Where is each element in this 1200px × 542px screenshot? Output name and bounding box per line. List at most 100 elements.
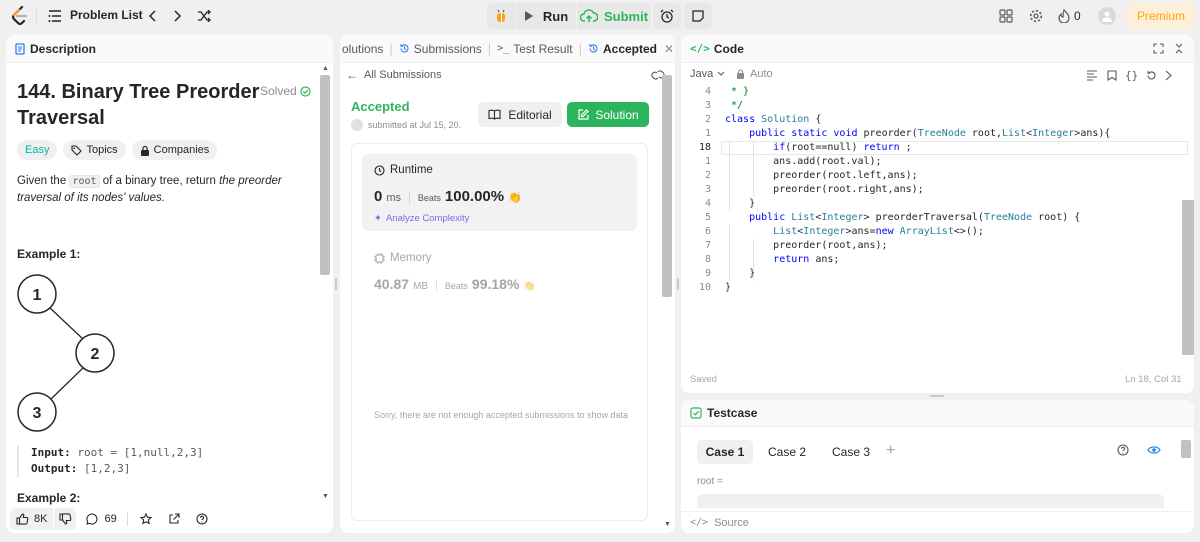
description-footer: 8K 69 bbox=[6, 505, 333, 533]
auto-mode[interactable]: Auto bbox=[736, 68, 773, 80]
tab-description[interactable]: Description bbox=[30, 42, 96, 56]
dislike-button[interactable] bbox=[54, 508, 77, 530]
tab-accepted[interactable]: Accepted bbox=[603, 42, 657, 56]
history-icon bbox=[589, 44, 598, 53]
debug-button[interactable] bbox=[487, 3, 515, 29]
case-1-tab[interactable]: Case 1 bbox=[697, 440, 753, 464]
submission-scrollbar[interactable] bbox=[662, 75, 672, 297]
code-line: 2 preorder(root.left,ans); bbox=[704, 170, 918, 181]
topics-chip[interactable]: Topics bbox=[63, 140, 126, 160]
tab-test-result[interactable]: Test Result bbox=[513, 42, 572, 56]
help-icon[interactable] bbox=[1117, 444, 1129, 456]
settings-gear-icon[interactable] bbox=[1028, 8, 1044, 24]
expand-icon[interactable] bbox=[1165, 70, 1173, 81]
language-label: Java bbox=[690, 68, 714, 80]
streak-counter[interactable]: 0 bbox=[1058, 8, 1081, 24]
cloud-upload-icon bbox=[579, 9, 598, 22]
memory-header[interactable]: Memory bbox=[374, 252, 432, 264]
shuffle-icon[interactable] bbox=[196, 8, 212, 24]
like-button[interactable]: 8K bbox=[10, 508, 54, 530]
reset-icon[interactable] bbox=[1146, 70, 1157, 81]
runtime-stats: 0 ms | Beats 100.00% 👏 bbox=[374, 188, 522, 205]
format-icon[interactable] bbox=[1086, 70, 1098, 81]
layout-icon[interactable] bbox=[998, 8, 1014, 24]
premium-button[interactable]: Premium bbox=[1127, 3, 1195, 29]
case-2-tab[interactable]: Case 2 bbox=[759, 440, 815, 464]
star-icon[interactable] bbox=[139, 513, 152, 525]
avatar[interactable] bbox=[1098, 7, 1116, 25]
clap-icon: 👏 bbox=[508, 192, 522, 204]
notes-icon[interactable] bbox=[684, 3, 712, 29]
code-line: 3 */ bbox=[704, 100, 744, 111]
statement-text-2: of a binary tree, return bbox=[102, 175, 216, 187]
sparkle-icon: ✦ bbox=[374, 213, 382, 224]
next-problem-icon[interactable] bbox=[171, 8, 185, 24]
comments-button[interactable]: 69 bbox=[86, 513, 117, 525]
tab-submissions[interactable]: Submissions bbox=[414, 42, 482, 56]
submitted-time: submitted at Jul 15, 20. bbox=[368, 120, 462, 130]
share-icon[interactable] bbox=[168, 513, 180, 525]
submit-button[interactable]: Submit bbox=[577, 3, 651, 29]
scroll-down-arrow-icon[interactable]: ▼ bbox=[322, 493, 329, 500]
resize-handle[interactable] bbox=[930, 395, 944, 397]
statement-text-1: Given the bbox=[17, 175, 67, 187]
stat-divider: | bbox=[408, 192, 411, 204]
braces-icon[interactable]: {} bbox=[1125, 69, 1138, 82]
statement-emphasis-1: the preorder bbox=[219, 175, 282, 187]
bookmark-icon[interactable] bbox=[1107, 70, 1117, 81]
code-line: 1 ans.add(root.val); bbox=[704, 156, 882, 167]
solution-button[interactable]: Solution bbox=[567, 102, 649, 127]
add-case-icon[interactable]: + bbox=[886, 442, 895, 460]
scroll-up-arrow-icon[interactable]: ▲ bbox=[322, 65, 329, 72]
solved-status: Solved bbox=[260, 84, 311, 98]
prev-problem-icon[interactable] bbox=[145, 8, 159, 24]
resize-handle[interactable] bbox=[677, 278, 679, 290]
editor-scrollbar[interactable] bbox=[1182, 200, 1194, 355]
run-button[interactable]: Run bbox=[516, 3, 576, 29]
editorial-button[interactable]: Editorial bbox=[478, 102, 562, 127]
comment-icon bbox=[86, 513, 98, 525]
tab-solutions[interactable]: olutions bbox=[342, 42, 383, 56]
tab-testcase[interactable]: Testcase bbox=[707, 406, 757, 420]
all-submissions-link[interactable]: ← All Submissions bbox=[346, 68, 442, 82]
code-line: 5 public List<Integer> preorderTraversal… bbox=[704, 212, 1081, 223]
code-line: 8 return ans; bbox=[704, 254, 840, 265]
analyze-complexity-link[interactable]: ✦ Analyze Complexity bbox=[374, 213, 469, 224]
companies-chip[interactable]: Companies bbox=[131, 140, 218, 160]
runtime-value: 0 bbox=[374, 188, 383, 205]
code-line: 10} bbox=[698, 282, 732, 293]
difficulty-chip[interactable]: Easy bbox=[17, 140, 58, 160]
language-selector[interactable]: Java bbox=[690, 68, 725, 80]
tree-node-1-label: 1 bbox=[33, 287, 42, 304]
input-label: Input: bbox=[31, 446, 71, 459]
close-tab-icon[interactable]: ✕ bbox=[664, 42, 674, 56]
list-icon[interactable] bbox=[48, 8, 62, 24]
auto-label: Auto bbox=[750, 68, 773, 80]
memory-value: 40.87 bbox=[374, 276, 410, 292]
leetcode-logo-icon[interactable] bbox=[10, 6, 30, 26]
code-editor[interactable]: 4 * } 3 */ 2 class Solution { 1 public st… bbox=[681, 85, 1194, 365]
tab-code[interactable]: Code bbox=[714, 42, 744, 56]
resize-handle[interactable] bbox=[335, 278, 337, 290]
description-panel: Description 144. Binary Tree Preorder Tr… bbox=[6, 35, 333, 533]
description-scrollbar[interactable] bbox=[320, 75, 330, 275]
help-icon[interactable] bbox=[196, 513, 208, 525]
testcase-footer: </> Source bbox=[681, 511, 1194, 533]
saved-status: Saved bbox=[690, 374, 717, 385]
fullscreen-icon[interactable] bbox=[1153, 43, 1164, 54]
title-line-1: 144. Binary Tree Preorder bbox=[17, 81, 260, 103]
code-line: 6 List<Integer>ans=new ArrayList<>(); bbox=[704, 226, 984, 237]
scroll-down-arrow-icon[interactable]: ▼ bbox=[664, 521, 671, 528]
collapse-icon[interactable] bbox=[1174, 43, 1184, 54]
binary-tree-diagram: 1 2 3 bbox=[17, 274, 115, 432]
eye-icon[interactable] bbox=[1147, 445, 1161, 455]
runtime-box[interactable]: Runtime 0 ms | Beats 100.00% 👏 ✦ Analyze… bbox=[362, 154, 637, 231]
alarm-clock-icon[interactable] bbox=[653, 3, 681, 29]
testcase-scrollbar[interactable] bbox=[1181, 440, 1191, 458]
root-input[interactable] bbox=[697, 494, 1164, 508]
case-3-tab[interactable]: Case 3 bbox=[823, 440, 879, 464]
memory-beats-value: 99.18% bbox=[471, 276, 520, 292]
example-1-io: Input: root = [1,null,2,3] Output: [1,2,… bbox=[17, 445, 203, 477]
problem-list-link[interactable]: Problem List bbox=[70, 8, 143, 22]
source-link[interactable]: Source bbox=[714, 517, 749, 529]
